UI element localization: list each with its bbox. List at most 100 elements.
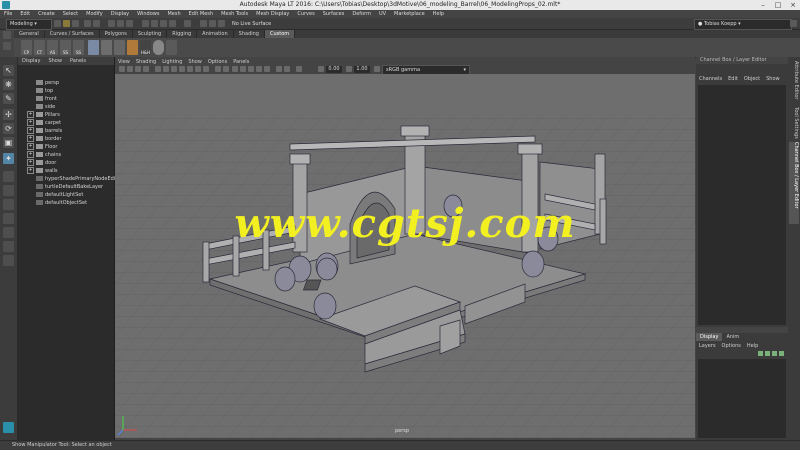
shelf-tab-general[interactable]: General [14,30,45,38]
close-icon[interactable]: × [786,0,800,10]
channel-box-menu-show[interactable]: Show [763,76,783,82]
save-scene-icon[interactable] [72,20,79,27]
shelf-button-ct[interactable]: CT [34,40,45,55]
outliner-item-barrels[interactable]: + barrels [27,127,62,135]
rotate-tool-icon[interactable]: ⟳ [3,123,14,134]
scale-tool-icon[interactable]: ▣ [3,137,14,148]
outliner-item-turtle-bake-layer[interactable]: turtleDefaultBakeLayer [36,183,103,191]
safe-title-icon[interactable] [203,66,209,72]
undo-icon[interactable] [84,20,91,27]
channel-box-menu-channels[interactable]: Channels [696,76,725,82]
menu-windows[interactable]: Windows [133,11,163,17]
snap-point-icon[interactable] [160,20,167,27]
redo-icon[interactable] [93,20,100,27]
four-view-layout-icon[interactable] [3,185,14,196]
viewport-menu-view[interactable]: View [115,59,133,65]
lights-icon[interactable] [248,66,254,72]
shelf-button-ss[interactable]: SS [60,40,71,55]
mode-dropdown[interactable]: Modeling ▾ [6,19,52,30]
shelf-tab-shading[interactable]: Shading [234,30,265,38]
move-layer-up-icon[interactable] [758,351,763,356]
viewport-menu-panels[interactable]: Panels [230,59,252,65]
shelf-tab-rigging[interactable]: Rigging [167,30,198,38]
outliner-item-front[interactable]: front [36,95,57,103]
channel-box-menu-object[interactable]: Object [741,76,763,82]
expand-icon[interactable]: + [27,151,34,158]
outliner-item-chains[interactable]: + chains [27,151,61,159]
shelf-button-cylinder-icon[interactable] [101,40,112,55]
persp-outliner-layout-icon[interactable] [3,199,14,210]
new-layer-selected-icon[interactable] [779,351,784,356]
maximize-icon[interactable]: □ [771,0,785,10]
expand-icon[interactable]: + [27,143,34,150]
film-gate-icon[interactable] [163,66,169,72]
isolate-select-icon[interactable] [296,66,302,72]
gate-mask-icon[interactable] [179,66,185,72]
outliner-item-persp[interactable]: persp [36,79,59,87]
safe-action-icon[interactable] [195,66,201,72]
menu-curves[interactable]: Curves [293,11,318,17]
user-account[interactable]: ● Tobias Koepp ▾ [694,19,792,30]
wireframe-on-shaded-icon[interactable] [232,66,238,72]
shelf-button-ss-2[interactable]: SS [73,40,84,55]
new-layer-icon[interactable] [772,351,777,356]
show-manipulator-tool-icon[interactable]: ✦ [3,153,14,164]
render-icon[interactable] [200,20,207,27]
select-object-icon[interactable] [117,20,124,27]
expand-icon[interactable]: + [27,127,34,134]
expand-icon[interactable]: + [27,135,34,142]
side-tab-attribute-editor[interactable]: Attribute Editor [789,61,799,105]
shelf-tab-curves-surfaces[interactable]: Curves / Surfaces [45,30,100,38]
expand-icon[interactable]: + [27,167,34,174]
outliner-item-door[interactable]: + door [27,159,56,167]
xray-joints-icon[interactable] [284,66,290,72]
channel-box-menu-edit[interactable]: Edit [725,76,741,82]
shelf-tab-polygons[interactable]: Polygons [100,30,133,38]
select-tool-icon[interactable]: ↖ [3,65,14,76]
layer-tab-anim[interactable]: Anim [722,333,743,341]
expand-icon[interactable]: + [27,111,34,118]
shelf-button-pipe-icon[interactable] [114,40,125,55]
menu-display[interactable]: Display [107,11,133,17]
menu-uv[interactable]: UV [375,11,390,17]
gamma-icon[interactable] [346,66,352,72]
shelf-button-grid-icon[interactable] [166,40,177,55]
history-icon[interactable] [184,20,191,27]
move-tool-icon[interactable]: ✢ [3,109,14,120]
outliner-item-border[interactable]: + border [27,135,62,143]
smooth-shade-icon[interactable] [223,66,229,72]
layer-menu-options[interactable]: Options [719,343,744,349]
side-tab-channel-box[interactable]: Channel Box / Layer Editor [789,142,799,224]
menu-deform[interactable]: Deform [348,11,375,17]
outliner-menu-show[interactable]: Show [44,58,66,64]
viewport-menu-lighting[interactable]: Lighting [159,59,185,65]
outliner-item-floor[interactable]: + Floor [27,143,57,151]
shelf-menu-icon[interactable] [3,42,11,50]
menu-mesh[interactable]: Mesh [163,11,184,17]
render-settings-icon[interactable] [218,20,225,27]
layer-menu-layers[interactable]: Layers [696,343,719,349]
exposure-field[interactable]: 0.00 [326,66,342,73]
menu-mesh-display[interactable]: Mesh Display [252,11,293,17]
ambient-occlusion-icon[interactable] [264,66,270,72]
live-surface-label[interactable]: No Live Surface [232,21,271,27]
outliner-item-carpet[interactable]: + carpet [27,119,61,127]
viewport-menu-show[interactable]: Show [185,59,205,65]
expand-icon[interactable]: + [27,159,34,166]
outliner-item-walls[interactable]: + walls [27,167,58,175]
outliner-menu-display[interactable]: Display [18,58,44,64]
channel-box-body[interactable] [698,85,786,325]
shelf-button-sphere-icon[interactable] [153,40,164,55]
menu-marketplace[interactable]: Marketplace [390,11,429,17]
field-chart-icon[interactable] [187,66,193,72]
viewport-menu-shading[interactable]: Shading [133,59,159,65]
menu-select[interactable]: Select [59,11,82,17]
color-management-icon[interactable] [374,66,380,72]
layer-menu-help[interactable]: Help [744,343,761,349]
menu-mesh-tools[interactable]: Mesh Tools [217,11,252,17]
shelf-options-icon[interactable] [3,31,11,39]
shelf-button-cp[interactable]: CP [21,40,32,55]
persp-graph-layout-icon[interactable] [3,213,14,224]
camera-select-icon[interactable] [119,66,125,72]
select-component-icon[interactable] [126,20,133,27]
